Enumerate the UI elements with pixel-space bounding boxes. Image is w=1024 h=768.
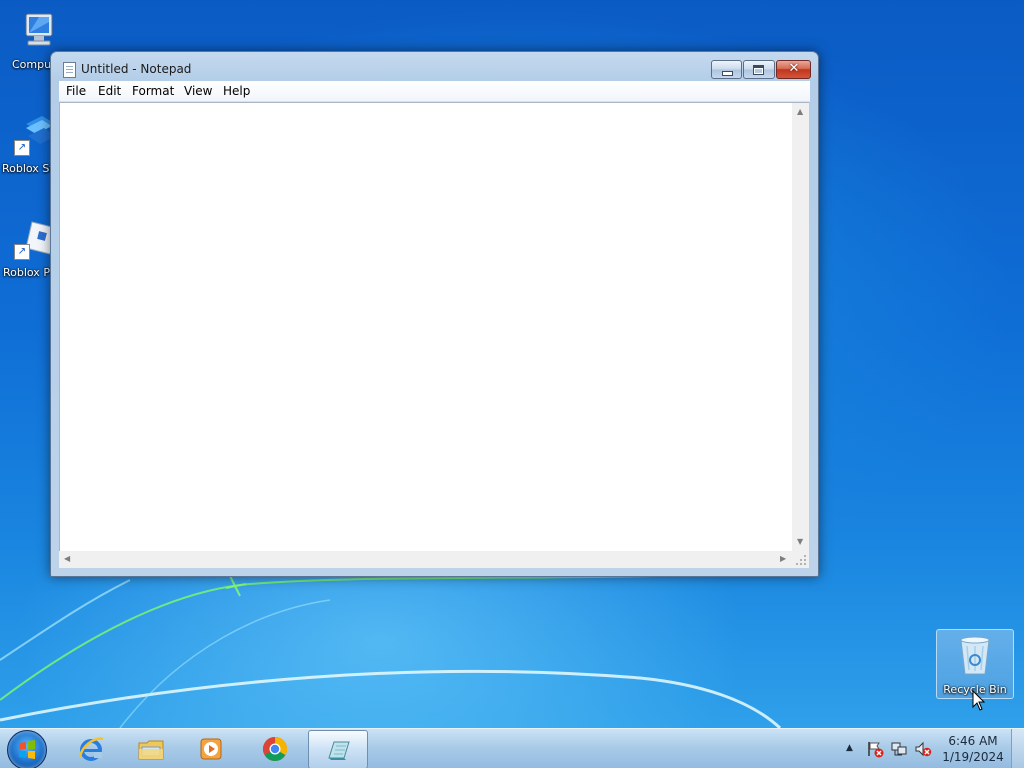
shortcut-arrow-icon: ↗ (14, 244, 30, 260)
title-bar[interactable]: Untitled - Notepad ✕ (51, 52, 818, 82)
resize-grip-icon (796, 555, 806, 565)
window-title: Untitled - Notepad (81, 62, 192, 76)
close-button[interactable]: ✕ (776, 60, 811, 79)
maximize-button[interactable] (743, 60, 775, 79)
notepad-window[interactable]: Untitled - Notepad ✕ File Edit Format Vi… (50, 51, 819, 577)
notepad-icon (63, 62, 76, 78)
clock-date: 1/19/2024 (942, 750, 1004, 764)
menu-edit[interactable]: Edit (98, 84, 121, 98)
shortcut-arrow-icon: ↗ (14, 140, 30, 156)
vertical-scrollbar[interactable]: ▲ ▼ (792, 102, 809, 552)
desktop-icon-label: Recycle Bin (943, 683, 1007, 696)
windows-logo-icon (19, 740, 35, 759)
desktop-icon-label: Computer (12, 58, 52, 71)
scroll-up-icon[interactable]: ▲ (797, 107, 803, 116)
internet-explorer-icon (78, 737, 104, 761)
recycle-bin-icon (960, 636, 990, 675)
taskbar-windows-explorer[interactable] (122, 730, 180, 767)
windows-explorer-icon (138, 740, 164, 760)
action-center-flag-icon[interactable] (866, 740, 884, 758)
start-button[interactable] (7, 730, 47, 768)
desktop-icon-label: Roblox Studio (2, 162, 52, 175)
minimize-icon (722, 71, 733, 76)
menu-bar: File Edit Format View Help (59, 81, 810, 102)
chrome-icon (262, 737, 288, 762)
taskbar: ▲ 6:46 AM 1/19/2024 (0, 728, 1024, 768)
taskbar-internet-explorer[interactable] (62, 730, 120, 767)
system-clock[interactable]: 6:46 AM 1/19/2024 (938, 733, 1008, 765)
taskbar-chrome[interactable] (246, 730, 304, 767)
desktop-icon-recycle-bin[interactable]: Recycle Bin (936, 629, 1014, 699)
menu-help[interactable]: Help (223, 84, 250, 98)
show-desktop-button[interactable] (1011, 729, 1024, 768)
horizontal-scrollbar[interactable]: ◀ ▶ (59, 551, 792, 568)
menu-file[interactable]: File (66, 84, 86, 98)
taskbar-notepad[interactable] (308, 730, 368, 768)
menu-view[interactable]: View (184, 84, 212, 98)
close-icon: ✕ (788, 61, 800, 76)
desktop-icon-label: Roblox Player (3, 266, 51, 279)
maximize-icon (753, 65, 764, 75)
scroll-left-icon[interactable]: ◀ (64, 554, 70, 563)
media-player-icon (200, 738, 222, 760)
clock-time: 6:46 AM (948, 734, 998, 748)
notepad-icon (328, 741, 350, 760)
minimize-button[interactable] (711, 60, 742, 79)
scroll-down-icon[interactable]: ▼ (797, 537, 803, 546)
taskbar-media-player[interactable] (182, 730, 240, 767)
scroll-right-icon[interactable]: ▶ (780, 554, 786, 563)
network-icon[interactable] (890, 740, 908, 758)
volume-muted-icon[interactable] (914, 740, 932, 758)
show-hidden-icons-button[interactable]: ▲ (846, 743, 853, 753)
menu-format[interactable]: Format (132, 84, 174, 98)
text-editor[interactable] (59, 102, 793, 552)
computer-icon (25, 13, 53, 46)
resize-grip[interactable] (792, 551, 809, 568)
